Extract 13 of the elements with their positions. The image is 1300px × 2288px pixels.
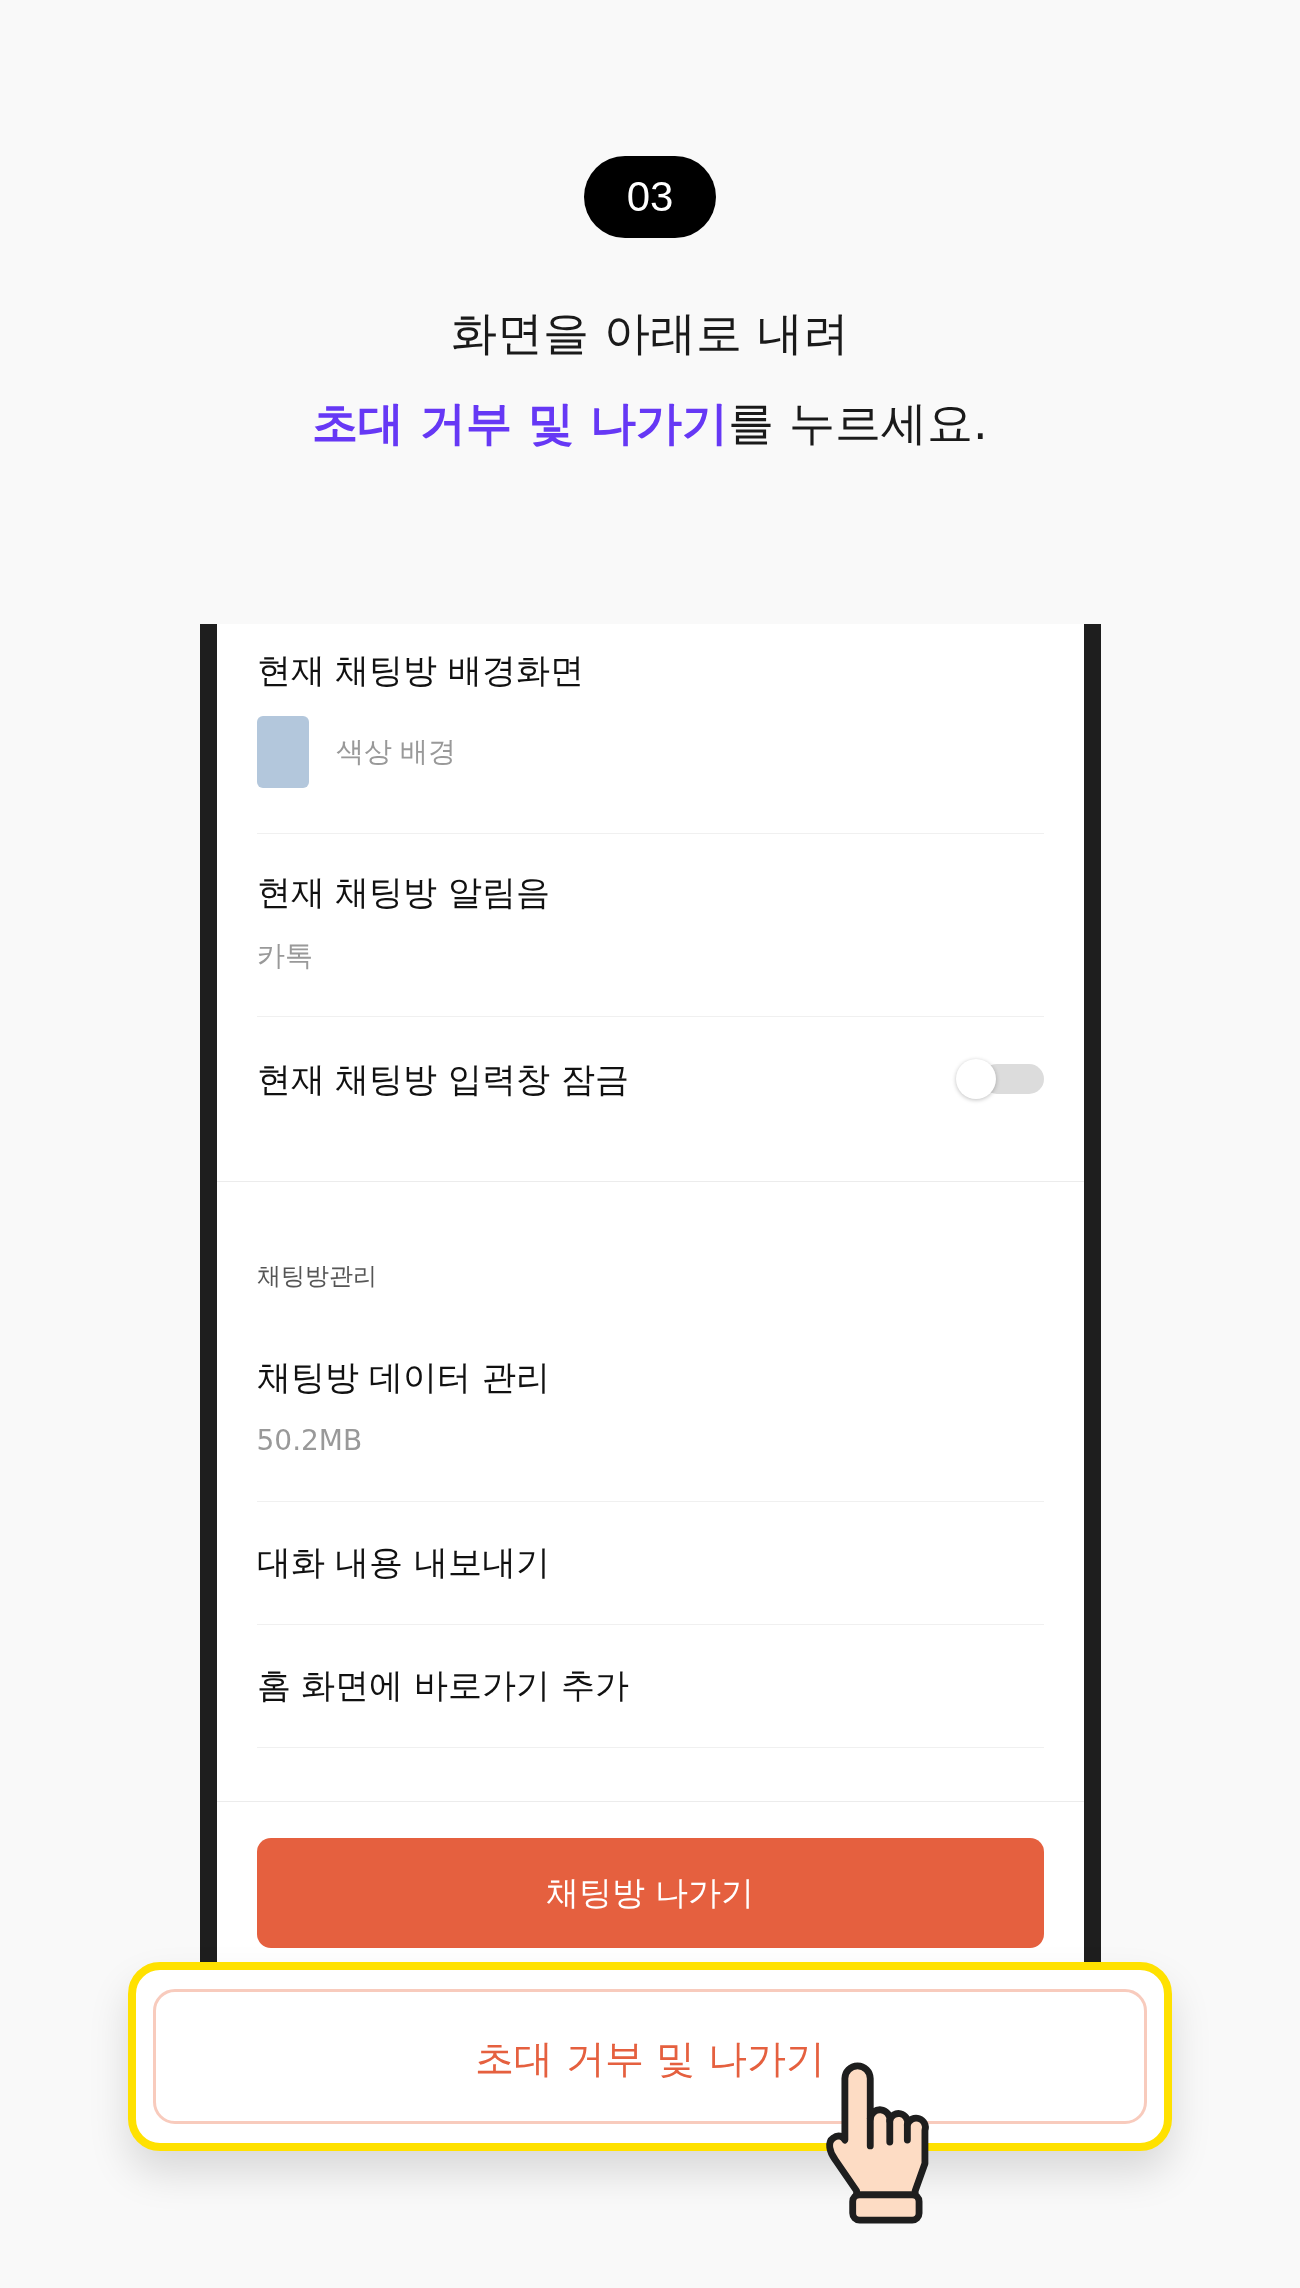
- setting-label[interactable]: 현재 채팅방 입력창 잠금: [256, 1057, 629, 1101]
- setting-value: 카톡: [256, 938, 313, 974]
- setting-value: 색상 배경: [335, 734, 457, 770]
- setting-label[interactable]: 채팅방 데이터 관리: [256, 1355, 551, 1399]
- headline: 화면을 아래로 내려 초대 거부 및 나가기를 누르세요.: [312, 305, 988, 452]
- setting-value: 50.2MB: [256, 1423, 363, 1459]
- step-badge: 03: [584, 156, 716, 238]
- setting-label[interactable]: 현재 채팅방 배경화면: [256, 648, 585, 692]
- setting-label[interactable]: 현재 채팅방 알림음: [256, 870, 551, 914]
- setting-label[interactable]: 홈 화면에 바로가기 추가: [256, 1663, 629, 1707]
- section-header: 채팅방관리: [256, 1261, 377, 1292]
- toggle-switch[interactable]: [955, 1059, 1044, 1099]
- setting-label[interactable]: 대화 내용 내보내기: [256, 1540, 551, 1584]
